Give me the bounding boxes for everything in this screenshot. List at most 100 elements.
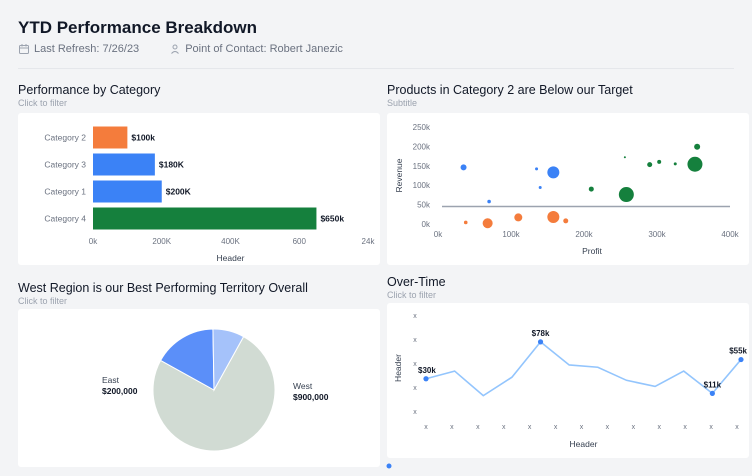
- bar-value-label: $100k: [131, 133, 155, 143]
- line-data-label: $11k: [704, 380, 722, 389]
- pie-east-name: East: [102, 375, 120, 385]
- scatter-point[interactable]: [547, 211, 560, 224]
- scatter-y-axis-label: Revenue: [394, 158, 404, 192]
- scatter-point[interactable]: [588, 186, 594, 192]
- scatter-y-tick: 50k: [417, 201, 431, 210]
- scatter-point[interactable]: [563, 218, 569, 224]
- bar-x-tick: 200K: [152, 237, 171, 246]
- bar[interactable]: [93, 126, 128, 149]
- page-title: YTD Performance Breakdown: [18, 18, 258, 37]
- scatter-x-tick: 0k: [434, 230, 443, 239]
- line-point[interactable]: [423, 376, 429, 382]
- products-scatter-chart[interactable]: 0k 50k 100k 150k 200k 250k 0k 100k 200k 300k 400k P…: [387, 113, 749, 265]
- line-x-tick: x: [735, 424, 739, 431]
- region-pie-chart[interactable]: West$900,000 East$200,000: [18, 309, 380, 467]
- line-x-tick: x: [424, 424, 428, 431]
- header-meta: Last Refresh: 7/26/23 Point of Contact: …: [18, 43, 343, 55]
- line-x-tick: x: [476, 424, 480, 431]
- scatter-point[interactable]: [694, 143, 701, 150]
- region-panel-header: West Region is our Best Performing Terri…: [18, 281, 308, 306]
- point-of-contact-text: Point of Contact: Robert Janezic: [185, 43, 343, 55]
- bar-value-label: $180K: [159, 160, 185, 170]
- category-panel-header: Performance by Category Click to filter: [18, 83, 160, 108]
- bar[interactable]: [93, 207, 317, 230]
- products-panel-header: Products in Category 2 are Below our Tar…: [387, 83, 633, 108]
- line-y-axis-label: Header: [393, 354, 403, 382]
- overtime-chart-subtitle[interactable]: Click to filter: [387, 290, 446, 300]
- bar-category-label: Category 3: [44, 160, 86, 170]
- line-x-axis-label: Header: [570, 439, 598, 449]
- scatter-point[interactable]: [547, 166, 560, 179]
- scatter-point[interactable]: [535, 167, 539, 171]
- products-chart-subtitle: Subtitle: [387, 98, 418, 108]
- scatter-point[interactable]: [487, 199, 491, 204]
- bar-x-tick: 0k: [89, 237, 98, 246]
- region-chart-subtitle[interactable]: Click to filter: [18, 296, 308, 306]
- category-bar-chart[interactable]: Category 2 $100k Category 3 $180K Category 1…: [18, 113, 380, 265]
- scatter-point[interactable]: [647, 162, 653, 168]
- scatter-x-tick: 400k: [721, 230, 739, 239]
- scatter-x-axis-label: Profit: [582, 246, 602, 256]
- scatter-x-tick: 100k: [502, 230, 520, 239]
- scatter-point[interactable]: [618, 187, 634, 203]
- scatter-point[interactable]: [482, 218, 493, 229]
- bar-category-label: Category 1: [44, 187, 86, 197]
- line-x-tick: x: [606, 424, 610, 431]
- dashboard-header: YTD Performance Breakdown Last Refresh: …: [0, 0, 752, 69]
- line-x-tick: x: [528, 424, 532, 431]
- bar-x-tick: 400K: [221, 237, 240, 246]
- bar-x-tick: 24k: [362, 237, 376, 246]
- line-point[interactable]: [537, 339, 544, 345]
- scatter-point[interactable]: [673, 162, 677, 166]
- line-x-tick: x: [580, 424, 584, 431]
- scatter-point[interactable]: [538, 186, 542, 190]
- line-x-tick: x: [658, 424, 662, 431]
- scatter-y-tick: 150k: [413, 162, 431, 171]
- products-scatter-panel[interactable]: 0k 50k 100k 150k 200k 250k 0k 100k 200k 300k 400k P…: [387, 113, 749, 265]
- overtime-panel-header: Over-Time Click to filter: [387, 275, 446, 300]
- category-chart-title: Performance by Category: [18, 83, 161, 97]
- scatter-point[interactable]: [687, 156, 703, 172]
- line-x-tick: x: [632, 424, 636, 431]
- user-icon: [169, 43, 181, 55]
- line-point[interactable]: [738, 356, 744, 363]
- line-x-tick: x: [683, 424, 687, 431]
- scatter-point[interactable]: [657, 159, 662, 164]
- region-pie-panel[interactable]: West $900,000 East $200,000: [18, 309, 380, 467]
- line-y-tick: x: [413, 385, 417, 392]
- category-chart-subtitle[interactable]: Click to filter: [18, 98, 160, 108]
- pie-east-value: $200,000: [102, 386, 138, 396]
- overtime-line-chart[interactable]: xxxxxx x x x x x x x x x x x x$30k$78k$11k$55kHeader…: [387, 303, 749, 458]
- line-x-tick: x: [709, 424, 713, 431]
- scatter-y-tick: 250k: [413, 123, 431, 132]
- scatter-point[interactable]: [460, 164, 467, 171]
- calendar-icon: [18, 43, 30, 55]
- bar-x-axis-label: Header: [217, 253, 245, 263]
- scatter-point[interactable]: [514, 213, 523, 222]
- header-divider: [18, 68, 734, 69]
- line-y-tick: x: [413, 337, 417, 344]
- category-bar-panel[interactable]: Category 2 $100k Category 3 $180K Category 1…: [18, 113, 380, 265]
- bar[interactable]: [93, 180, 162, 203]
- line-data-label: $78k: [532, 329, 550, 338]
- pie-west-name: West: [293, 381, 313, 391]
- scatter-point[interactable]: [463, 220, 468, 225]
- line-point[interactable]: [709, 390, 715, 396]
- bar[interactable]: [93, 153, 155, 176]
- line-y-tick: x: [413, 361, 417, 368]
- pie-west-value: $900,000: [293, 392, 329, 402]
- scatter-x-tick: 200k: [575, 230, 593, 239]
- bar-value-label: $200K: [166, 187, 192, 197]
- line-x-tick: x: [450, 424, 454, 431]
- scatter-y-tick: 100k: [413, 181, 431, 190]
- scatter-x-tick: 300k: [648, 230, 666, 239]
- bar-value-label: $650k: [320, 214, 344, 224]
- scatter-y-tick: 0k: [422, 220, 431, 229]
- bar-x-tick: 600: [293, 237, 307, 246]
- scatter-point[interactable]: [623, 156, 626, 159]
- series-line: [425, 340, 742, 397]
- line-data-label: $55k: [729, 347, 747, 356]
- products-chart-title: Products in Category 2 are Below our Tar…: [387, 83, 633, 97]
- legend-dot: [386, 463, 392, 469]
- overtime-line-panel[interactable]: x x x x x x x x x x x x x x x x x x $30k $78k $11k $55k Header…: [387, 303, 749, 458]
